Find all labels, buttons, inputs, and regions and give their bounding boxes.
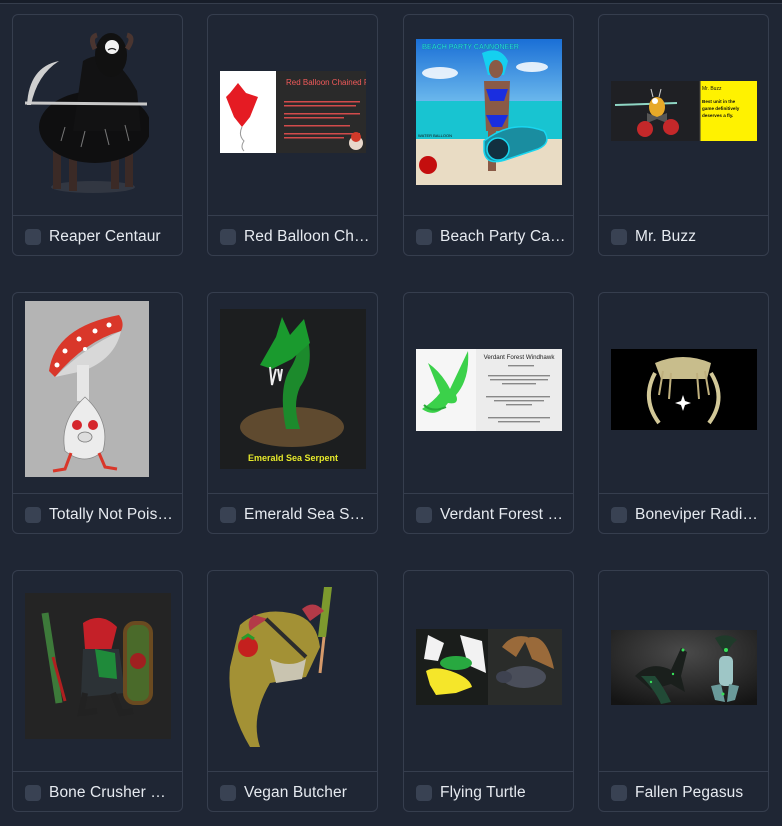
unit-card[interactable]: Totally Not Poisonous xyxy=(12,292,183,534)
select-checkbox[interactable] xyxy=(611,507,627,523)
card-title: Verdant Forest Windhawk xyxy=(440,506,566,523)
card-image-area[interactable] xyxy=(13,293,182,493)
card-image-area[interactable]: Emerald Sea Serpent xyxy=(208,293,377,493)
unit-card[interactable]: BEACH PARTY CANNONEER WATER BALLOON Beac… xyxy=(403,14,574,256)
card-footer: Mr. Buzz xyxy=(599,215,768,255)
boneviper-image xyxy=(611,349,757,430)
beach-banner-text: BEACH PARTY CANNONEER xyxy=(422,44,519,51)
card-title: Emerald Sea Serpent xyxy=(244,506,370,523)
verdant-windhawk-image: Verdant Forest Windhawk xyxy=(416,349,562,431)
emerald-serpent-image: Emerald Sea Serpent xyxy=(220,309,366,469)
card-image-area[interactable] xyxy=(599,293,768,493)
windhawk-heading: Verdant Forest Windhawk xyxy=(484,354,556,361)
select-checkbox[interactable] xyxy=(416,785,432,801)
unit-card[interactable]: Vegan Butcher xyxy=(207,570,378,812)
unit-card[interactable]: Flying Turtle xyxy=(403,570,574,812)
fallen-pegasus-image xyxy=(611,630,757,705)
balloon-heading-text: Red Balloon Chained Fist xyxy=(286,78,366,87)
card-footer: Flying Turtle xyxy=(404,771,573,811)
select-checkbox[interactable] xyxy=(220,785,236,801)
unit-card[interactable]: Boneviper Radiant xyxy=(598,292,769,534)
card-image-area[interactable]: BEACH PARTY CANNONEER WATER BALLOON xyxy=(404,15,573,215)
card-image-area[interactable] xyxy=(208,571,377,771)
buzz-caption-title: Mr. Buzz xyxy=(702,86,722,92)
card-footer: Totally Not Poisonous xyxy=(13,493,182,533)
red-balloon-image: Red Balloon Chained Fist xyxy=(220,71,366,153)
card-image-area[interactable] xyxy=(404,571,573,771)
card-footer: Fallen Pegasus xyxy=(599,771,768,811)
card-title: Beach Party Cannoneer xyxy=(440,228,566,245)
unit-card[interactable]: Emerald Sea Serpent Emerald Sea Serpent xyxy=(207,292,378,534)
vegan-butcher-image xyxy=(220,587,338,749)
unit-card[interactable]: Red Balloon Chained Fist R xyxy=(207,14,378,256)
card-footer: Reaper Centaur xyxy=(13,215,182,255)
mr-buzz-image: Mr. Buzz Best unit in the game definitiv… xyxy=(611,81,757,141)
unit-card[interactable]: Bone Crusher Ravager xyxy=(12,570,183,812)
card-image-area[interactable]: Mr. Buzz Best unit in the game definitiv… xyxy=(599,15,768,215)
unit-card-grid: Reaper Centaur Red Balloon Chained Fist xyxy=(0,0,782,826)
serpent-caption-text: Emerald Sea Serpent xyxy=(248,453,338,463)
mushroom-image xyxy=(25,301,149,477)
buzz-caption-line: game definitively xyxy=(702,106,740,111)
select-checkbox[interactable] xyxy=(611,229,627,245)
buzz-caption-line: deserves a fly. xyxy=(702,113,733,118)
beach-party-image: BEACH PARTY CANNONEER WATER BALLOON xyxy=(416,39,562,185)
select-checkbox[interactable] xyxy=(220,229,236,245)
card-footer: Bone Crusher Ravager xyxy=(13,771,182,811)
select-checkbox[interactable] xyxy=(25,785,41,801)
card-title: Totally Not Poisonous xyxy=(49,506,175,523)
card-image-area[interactable] xyxy=(13,15,182,215)
card-image-area[interactable] xyxy=(13,571,182,771)
card-image-area[interactable] xyxy=(599,571,768,771)
select-checkbox[interactable] xyxy=(416,229,432,245)
select-checkbox[interactable] xyxy=(220,507,236,523)
water-balloon-label: WATER BALLOON xyxy=(418,133,452,138)
card-title: Fallen Pegasus xyxy=(635,784,744,801)
unit-card[interactable]: Verdant Forest Windhawk Verdant Forest W… xyxy=(403,292,574,534)
reaper-centaur-image xyxy=(25,31,149,197)
card-title: Flying Turtle xyxy=(440,784,526,801)
card-image-area[interactable]: Verdant Forest Windhawk xyxy=(404,293,573,493)
card-title: Boneviper Radiant xyxy=(635,506,761,523)
card-footer: Red Balloon Chained Fist xyxy=(208,215,377,255)
card-footer: Emerald Sea Serpent xyxy=(208,493,377,533)
card-footer: Boneviper Radiant xyxy=(599,493,768,533)
select-checkbox[interactable] xyxy=(416,507,432,523)
card-footer: Vegan Butcher xyxy=(208,771,377,811)
card-footer: Beach Party Cannoneer xyxy=(404,215,573,255)
card-title: Bone Crusher Ravager xyxy=(49,784,175,801)
flying-turtle-image xyxy=(416,629,562,705)
select-checkbox[interactable] xyxy=(25,229,41,245)
card-title: Mr. Buzz xyxy=(635,228,697,245)
card-footer: Verdant Forest Windhawk xyxy=(404,493,573,533)
card-title: Red Balloon Chained Fist xyxy=(244,228,370,245)
card-title: Reaper Centaur xyxy=(49,228,161,245)
select-checkbox[interactable] xyxy=(611,785,627,801)
card-image-area[interactable]: Red Balloon Chained Fist xyxy=(208,15,377,215)
unit-card[interactable]: Reaper Centaur xyxy=(12,14,183,256)
card-title: Vegan Butcher xyxy=(244,784,347,801)
bone-crusher-image xyxy=(25,593,171,739)
buzz-caption-line: Best unit in the xyxy=(702,99,736,104)
unit-card[interactable]: Mr. Buzz Best unit in the game definitiv… xyxy=(598,14,769,256)
select-checkbox[interactable] xyxy=(25,507,41,523)
unit-card[interactable]: Fallen Pegasus xyxy=(598,570,769,812)
